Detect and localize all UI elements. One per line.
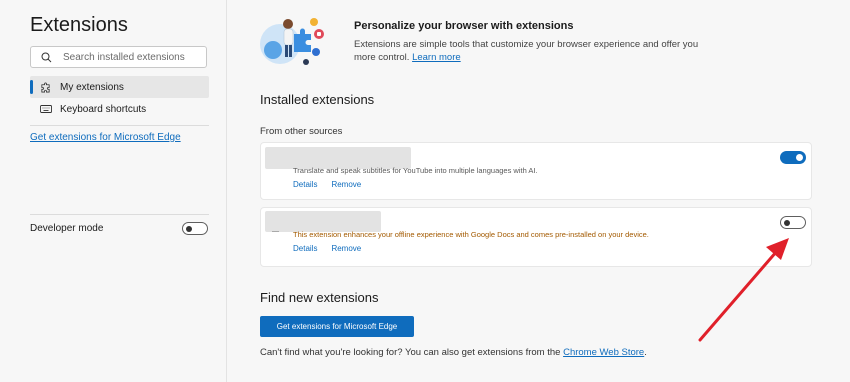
active-indicator (30, 80, 33, 94)
remove-link[interactable]: Remove (331, 244, 361, 253)
sidebar-item-keyboard-shortcuts[interactable]: Keyboard shortcuts (30, 98, 209, 120)
extension-actions: Details Remove (293, 180, 361, 189)
hero-description: Extensions are simple tools that customi… (354, 38, 714, 64)
get-extensions-button[interactable]: Get extensions for Microsoft Edge (260, 316, 414, 337)
extension-description: This extension enhances your offline exp… (293, 230, 649, 239)
details-link[interactable]: Details (293, 244, 317, 253)
footer-text: Can't find what you're looking for? You … (260, 347, 647, 358)
hero-description-text: Extensions are simple tools that customi… (354, 39, 699, 63)
footer-text-end: . (644, 347, 647, 358)
sidebar-item-label: My extensions (60, 81, 124, 93)
sidebar-item-my-extensions[interactable]: My extensions (30, 76, 209, 98)
extension-card: Translate and speak subtitles for YouTub… (260, 142, 812, 200)
extensions-illustration (260, 18, 324, 65)
search-icon (41, 52, 52, 62)
extension-description: Translate and speak subtitles for YouTub… (293, 166, 538, 175)
keyboard-icon (40, 104, 52, 114)
find-new-extensions-title: Find new extensions (260, 290, 379, 305)
installed-extensions-title: Installed extensions (260, 92, 375, 107)
extension-card: This extension enhances your offline exp… (260, 207, 812, 267)
source-label: From other sources (260, 126, 343, 137)
search-box[interactable] (30, 46, 207, 68)
sidebar-title: Extensions (30, 14, 128, 36)
search-input[interactable] (61, 50, 205, 64)
hero-title: Personalize your browser with extensions (354, 20, 574, 32)
toggle-knob (796, 154, 803, 161)
sidebar-item-label: Keyboard shortcuts (60, 103, 147, 115)
get-extensions-link[interactable]: Get extensions for Microsoft Edge (30, 132, 181, 143)
extension-icon-placeholder (272, 231, 279, 232)
puzzle-icon (40, 82, 52, 93)
developer-mode-label: Developer mode (30, 223, 104, 234)
extension-actions: Details Remove (293, 244, 361, 253)
footer-text-body: Can't find what you're looking for? You … (260, 347, 561, 358)
developer-mode-toggle[interactable] (182, 222, 208, 235)
toggle-knob (186, 225, 192, 232)
sidebar: Extensions My extensions Keyboard shortc… (0, 0, 227, 382)
sidebar-divider (30, 214, 209, 215)
sidebar-divider (30, 125, 209, 126)
redacted-extension-name (265, 211, 381, 232)
extension-toggle[interactable] (780, 151, 806, 164)
extension-toggle[interactable] (780, 216, 806, 229)
details-link[interactable]: Details (293, 180, 317, 189)
learn-more-link[interactable]: Learn more (412, 52, 461, 63)
toggle-knob (784, 219, 790, 226)
chrome-web-store-link[interactable]: Chrome Web Store (563, 347, 644, 358)
remove-link[interactable]: Remove (331, 180, 361, 189)
